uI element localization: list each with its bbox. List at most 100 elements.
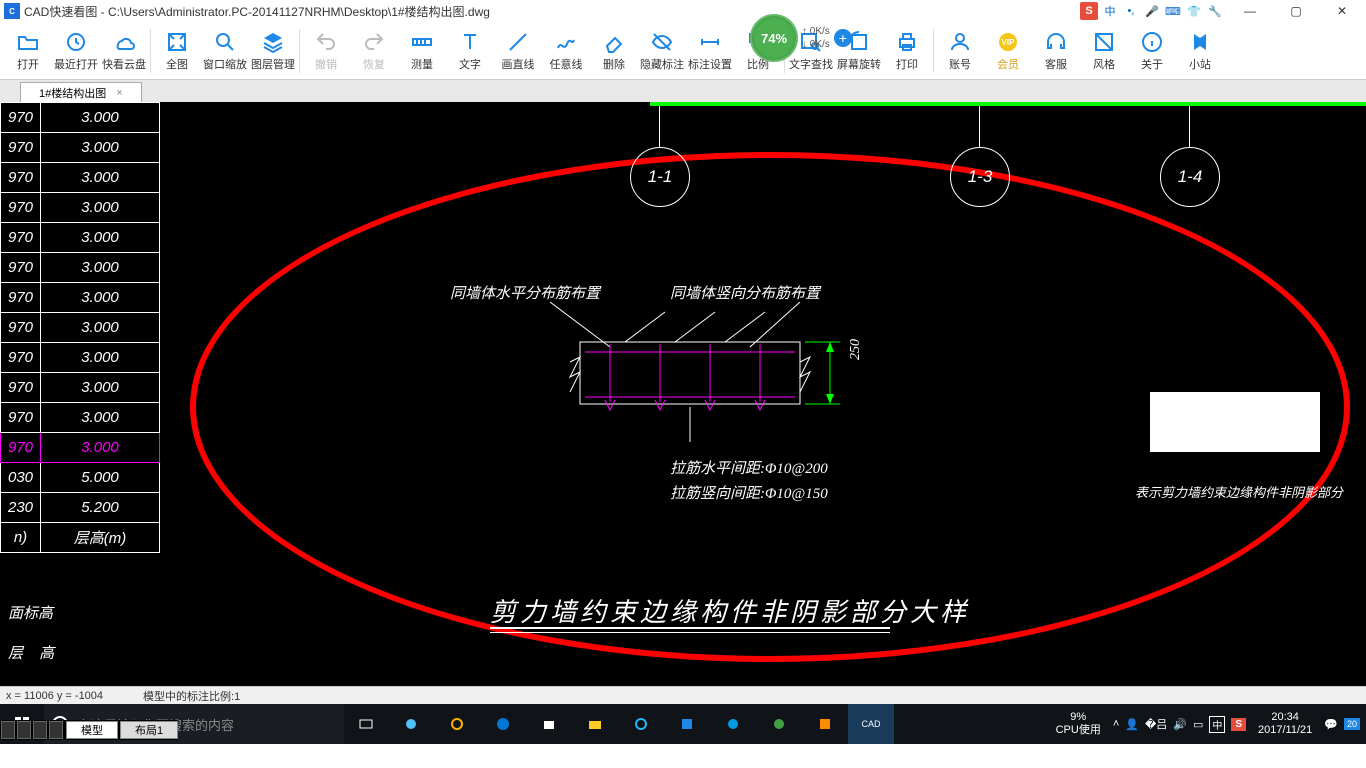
toolbar-label: 打印	[896, 56, 918, 72]
toolbar-site-button[interactable]: 小站	[1176, 24, 1224, 78]
toolbar-undo-button[interactable]: 撤销	[302, 24, 350, 78]
taskbar-app-1[interactable]	[388, 704, 434, 744]
toolbar-label: 图层管理	[251, 56, 295, 72]
schedule-table: 9703.0009703.0009703.0009703.0009703.000…	[0, 102, 160, 686]
tray-volume-icon[interactable]: 🔊	[1173, 718, 1187, 731]
toolbar-text-button[interactable]: 文字	[446, 24, 494, 78]
task-view-button[interactable]	[344, 704, 388, 744]
tray-notifications-icon[interactable]: 💬	[1324, 718, 1338, 731]
tab-close-icon[interactable]: ×	[116, 87, 122, 99]
toolbar-hide-button[interactable]: 隐藏标注	[638, 24, 686, 78]
tray-battery-icon[interactable]: ▭	[1193, 718, 1203, 731]
recent-icon	[64, 30, 88, 54]
tray-ime-s[interactable]: S	[1231, 718, 1246, 731]
taskbar-app-2[interactable]	[434, 704, 480, 744]
table-cell: 3.000	[41, 313, 160, 343]
drawing-canvas[interactable]: 9703.0009703.0009703.0009703.0009703.000…	[0, 102, 1366, 686]
left-label-1: 面标高	[8, 602, 53, 623]
toolbar-extent-button[interactable]: 全图	[153, 24, 201, 78]
taskbar-app-explorer[interactable]	[572, 704, 618, 744]
toolbar-label: 隐藏标注	[640, 56, 684, 72]
toolbar-vip-button[interactable]: VIP会员	[984, 24, 1032, 78]
layout-tab-1[interactable]: 布局1	[120, 721, 178, 739]
grid-marker-2: 1-3	[950, 147, 1010, 207]
tray-people-icon[interactable]: 👤	[1125, 718, 1139, 731]
toolbar-print-button[interactable]: 打印	[883, 24, 931, 78]
tray-chevron-up-icon[interactable]: ˄	[1113, 718, 1119, 730]
taskbar-app-cad[interactable]: CAD	[848, 704, 894, 744]
toolbar-label: 小站	[1189, 56, 1211, 72]
layers-icon	[261, 30, 285, 54]
toolbar-redo-button[interactable]: 恢复	[350, 24, 398, 78]
annotation-scale: 模型中的标注比例:1	[143, 688, 240, 704]
taskbar-app-4[interactable]	[710, 704, 756, 744]
toolbar-label: 关于	[1141, 56, 1163, 72]
maximize-button[interactable]: ▢	[1276, 0, 1316, 22]
tab-nav-prev[interactable]	[17, 721, 31, 739]
toolbar-user-button[interactable]: 账号	[936, 24, 984, 78]
ime-zhong-icon[interactable]: 中	[1101, 2, 1119, 20]
close-button[interactable]: ✕	[1322, 0, 1362, 22]
legend-swatch	[1150, 392, 1320, 452]
ime-skin-icon[interactable]: 👕	[1185, 2, 1203, 20]
ime-mic-icon[interactable]: 🎤	[1143, 2, 1161, 20]
toolbar-label: 测量	[411, 56, 433, 72]
ime-punct-icon[interactable]: •,	[1122, 2, 1140, 20]
table-cell: 3.000	[41, 133, 160, 163]
toolbar-dimset-button[interactable]: 标注设置	[686, 24, 734, 78]
canvas-main[interactable]: 1-1 1-3 1-4 同墙体水平分布筋布置 同墙体竖向分布筋布置	[160, 102, 1366, 686]
tray-badge[interactable]: 20	[1344, 718, 1360, 730]
tab-nav-first[interactable]	[1, 721, 15, 739]
ime-tool-icon[interactable]: 🔧	[1206, 2, 1224, 20]
system-tray: 9%CPU使用 ˄ 👤 �吕 🔊 ▭ 中 S 20:342017/11/21 💬…	[1050, 704, 1366, 744]
tab-nav-last[interactable]	[49, 721, 63, 739]
erase-icon	[602, 30, 626, 54]
toolbar-zoomwin-button[interactable]: 窗口缩放	[201, 24, 249, 78]
ime-keyboard-icon[interactable]: ⌨	[1164, 2, 1182, 20]
toolbar-label: 客服	[1045, 56, 1067, 72]
marker-leader-3	[1189, 106, 1190, 148]
tray-network-icon[interactable]: �吕	[1145, 716, 1167, 732]
network-speed-badge[interactable]: 74% ↑ 0K/s ↓ 0K/s +	[750, 14, 852, 62]
zoomwin-icon	[213, 30, 237, 54]
toolbar-open-button[interactable]: 打开	[4, 24, 52, 78]
table-cell: 3.000	[41, 253, 160, 283]
toolbar-style-button[interactable]: 风格	[1080, 24, 1128, 78]
detail-note-top-left: 同墙体水平分布筋布置	[450, 282, 600, 303]
toolbar-layers-button[interactable]: 图层管理	[249, 24, 297, 78]
toolbar-recent-button[interactable]: 最近打开	[52, 24, 100, 78]
toolbar-cloud-button[interactable]: 快看云盘	[100, 24, 148, 78]
toolbar-about-button[interactable]: 关于	[1128, 24, 1176, 78]
taskbar-app-store[interactable]	[526, 704, 572, 744]
left-label-2: 层 高	[8, 642, 60, 663]
table-cell: 970	[1, 193, 41, 223]
taskbar-app-edge[interactable]	[480, 704, 526, 744]
toolbar-headset-button[interactable]: 客服	[1032, 24, 1080, 78]
toolbar-label: 最近打开	[54, 56, 98, 72]
titlebar: C CAD快速看图 - C:\Users\Administrator.PC-20…	[0, 0, 1366, 22]
taskbar-app-6[interactable]	[802, 704, 848, 744]
toolbar-poly-button[interactable]: 任意线	[542, 24, 590, 78]
toolbar-erase-button[interactable]: 删除	[590, 24, 638, 78]
speed-plus-icon[interactable]: +	[834, 29, 852, 47]
taskbar-app-ie[interactable]	[618, 704, 664, 744]
ime-s-icon[interactable]: S	[1080, 2, 1098, 20]
taskbar-app-3[interactable]	[664, 704, 710, 744]
toolbar-line-button[interactable]: 画直线	[494, 24, 542, 78]
toolbar-measure-button[interactable]: 测量	[398, 24, 446, 78]
detail-note-2: 拉筋竖向间距:Φ10@150	[670, 482, 828, 503]
model-tab[interactable]: 模型	[66, 721, 118, 739]
table-cell: 3.000	[41, 373, 160, 403]
toolbar-label: 全图	[166, 56, 188, 72]
tray-ime-zhong[interactable]: 中	[1209, 716, 1225, 733]
site-icon	[1188, 30, 1212, 54]
taskbar-app-5[interactable]	[756, 704, 802, 744]
tray-clock[interactable]: 20:342017/11/21	[1252, 711, 1318, 737]
detail-note-top-right: 同墙体竖向分布筋布置	[670, 282, 820, 303]
tab-nav-next[interactable]	[33, 721, 47, 739]
cpu-meter[interactable]: 9%CPU使用	[1050, 711, 1107, 737]
undo-icon	[314, 30, 338, 54]
window-title: CAD快速看图 - C:\Users\Administrator.PC-2014…	[24, 3, 490, 20]
minimize-button[interactable]: —	[1230, 0, 1270, 22]
document-tab[interactable]: 1#楼结构出图 ×	[20, 82, 142, 102]
